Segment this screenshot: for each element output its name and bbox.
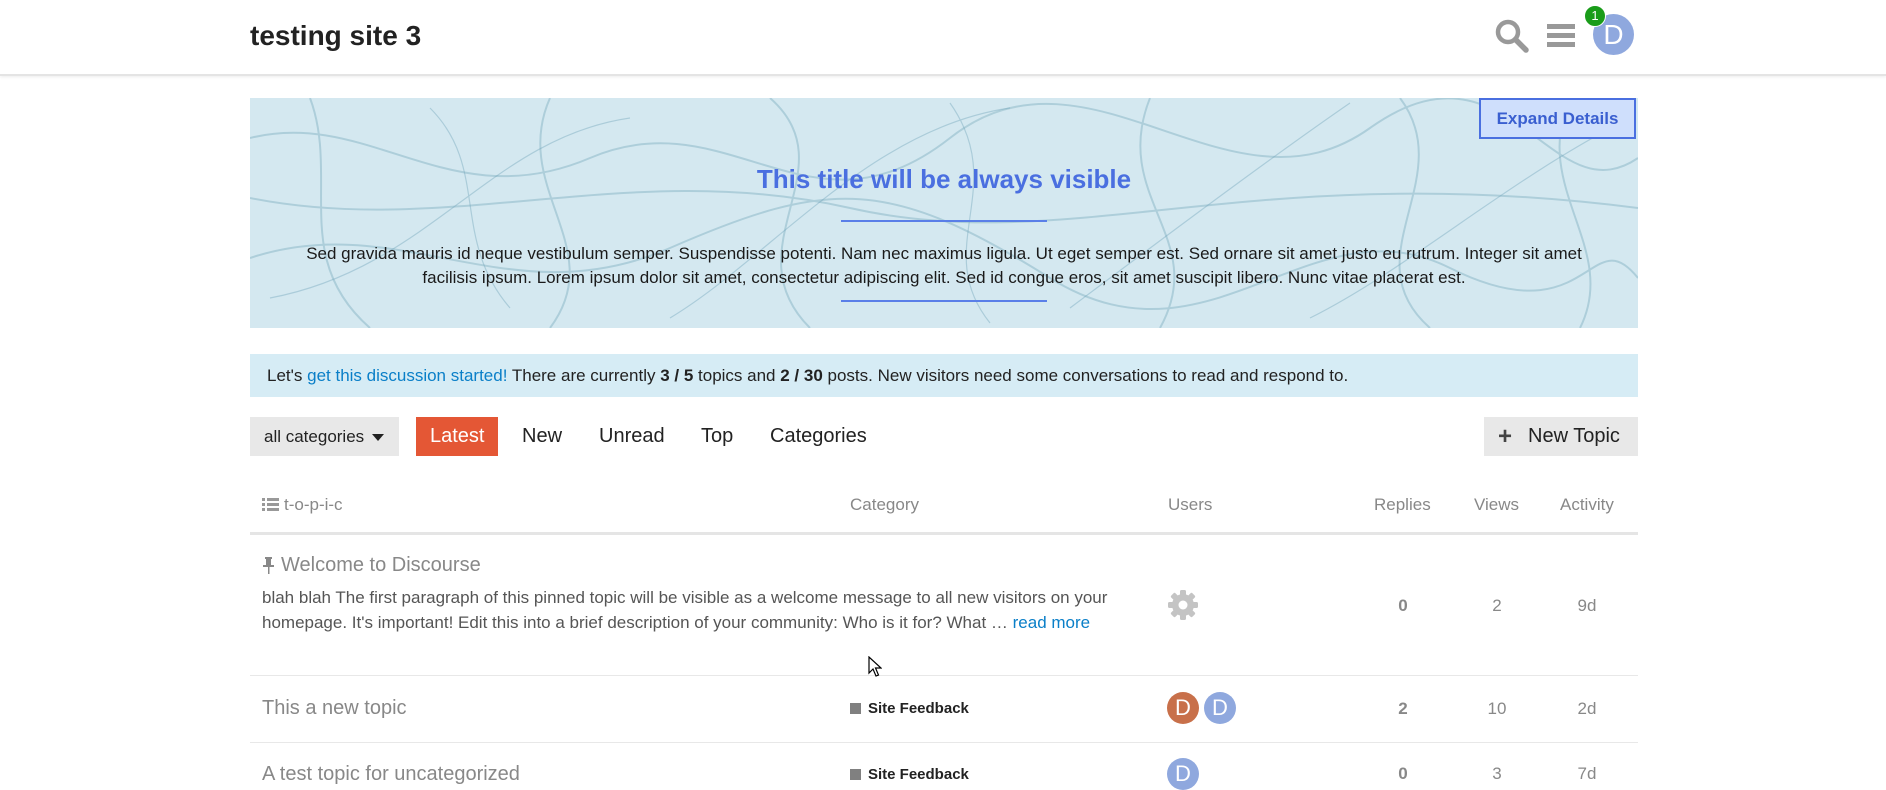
pin-icon (263, 557, 274, 574)
category-badge[interactable]: Site Feedback (850, 766, 969, 783)
category-name: Site Feedback (868, 700, 969, 717)
banner-background-texture (250, 98, 1638, 328)
category-color-square (850, 769, 861, 780)
topic-excerpt: blah blah The first paragraph of this pi… (262, 585, 1122, 635)
row-divider (250, 742, 1638, 743)
row-divider (250, 675, 1638, 676)
replies-count[interactable]: 2 (1373, 699, 1433, 719)
column-header-topic[interactable]: t-o-p-i-c (284, 495, 343, 515)
replies-count[interactable]: 0 (1373, 596, 1433, 616)
column-header-views[interactable]: Views (1474, 495, 1519, 515)
mouse-cursor-icon (868, 656, 882, 677)
banner-title: This title will be always visible (756, 164, 1132, 194)
user-avatar[interactable]: D (1204, 692, 1236, 724)
caret-down-icon (372, 434, 385, 442)
column-header-activity[interactable]: Activity (1560, 495, 1614, 515)
notice-text-2: topics and (693, 366, 781, 385)
posts-count: 2 / 30 (780, 366, 823, 385)
banner-divider-top (841, 220, 1047, 222)
banner-divider-bottom (841, 300, 1047, 302)
replies-count[interactable]: 0 (1373, 764, 1433, 784)
banner: This title will be always visible Sed gr… (250, 98, 1638, 328)
plus-icon: + (1498, 423, 1513, 450)
tab-latest[interactable]: Latest (416, 417, 499, 456)
category-color-square (850, 703, 861, 714)
avatar-letter: D (1603, 19, 1624, 50)
views-count: 2 (1492, 596, 1502, 615)
notice-text-1: There are currently (507, 366, 661, 385)
site-header: testing site 3 D 1 (0, 0, 1886, 76)
column-header-users: Users (1168, 495, 1213, 514)
expand-details-button[interactable]: Expand Details (1479, 98, 1636, 139)
views-count: 3 (1492, 764, 1502, 783)
table-header-divider (250, 532, 1638, 535)
site-title[interactable]: testing site 3 (250, 20, 421, 52)
user-avatar[interactable]: D (1167, 692, 1199, 724)
list-icon (262, 498, 279, 511)
user-avatar[interactable]: D (1167, 758, 1199, 790)
tab-categories[interactable]: Categories (770, 417, 867, 456)
activity-time[interactable]: 9d (1557, 596, 1617, 616)
column-header-category[interactable]: Category (850, 495, 919, 515)
topic-title-link[interactable]: This a new topic (262, 697, 407, 720)
notice-suffix: posts. New visitors need some conversati… (822, 366, 1349, 385)
topics-count: 3 / 5 (660, 366, 694, 385)
activity-time[interactable]: 7d (1557, 764, 1617, 784)
new-topic-label: New Topic (1528, 425, 1620, 447)
views-count: 10 (1487, 699, 1507, 718)
hamburger-menu-icon[interactable] (1545, 18, 1581, 54)
activity-time[interactable]: 2d (1557, 699, 1617, 719)
notice-prefix: Let's (267, 366, 308, 385)
search-icon[interactable] (1494, 18, 1530, 54)
topic-title-link[interactable]: A test topic for uncategorized (262, 763, 520, 786)
gear-icon[interactable] (1167, 589, 1199, 621)
category-badge[interactable]: Site Feedback (850, 700, 969, 717)
column-header-replies[interactable]: Replies (1374, 495, 1431, 515)
category-name: Site Feedback (868, 766, 969, 783)
category-dropdown-label: all categories (264, 427, 365, 446)
excerpt-text: blah blah The first paragraph of this pi… (262, 588, 1108, 632)
new-topic-button[interactable]: + New Topic (1484, 417, 1638, 456)
topic-title-link[interactable]: Welcome to Discourse (281, 554, 481, 577)
tab-new[interactable]: New (522, 417, 562, 456)
banner-text: Sed gravida mauris id neque vestibulum s… (306, 244, 1582, 287)
discussion-notice: Let's get this discussion started! There… (250, 354, 1638, 397)
tab-top[interactable]: Top (701, 417, 733, 456)
get-discussion-started-link[interactable]: get this discussion started! (307, 366, 507, 385)
tab-unread[interactable]: Unread (599, 417, 665, 456)
category-dropdown[interactable]: all categories (250, 417, 399, 456)
notification-badge[interactable]: 1 (1584, 5, 1606, 27)
read-more-link[interactable]: read more (1013, 613, 1090, 632)
